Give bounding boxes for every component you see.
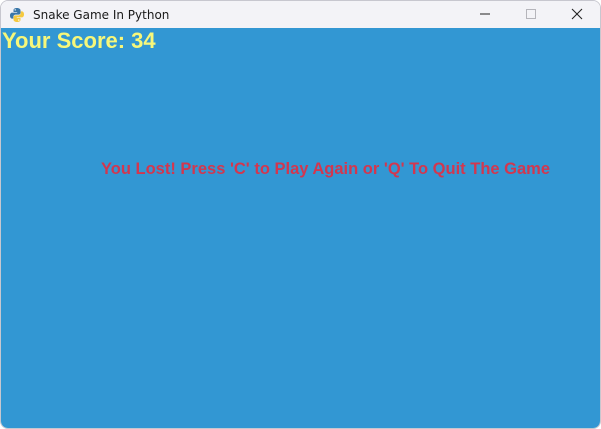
- score-text: Your Score: 34: [2, 28, 156, 53]
- close-icon: [571, 5, 583, 24]
- game-canvas[interactable]: Your Score: 34 You Lost! Press 'C' to Pl…: [1, 28, 600, 428]
- app-window: Snake Game In Python Your Score: 34 You …: [0, 0, 601, 429]
- window-title: Snake Game In Python: [33, 7, 170, 22]
- close-button[interactable]: [554, 1, 600, 28]
- title-bar[interactable]: Snake Game In Python: [1, 1, 600, 28]
- maximize-icon: [525, 5, 537, 24]
- minimize-icon: [479, 5, 491, 24]
- python-icon: [9, 7, 25, 23]
- game-over-message: You Lost! Press 'C' to Play Again or 'Q'…: [101, 160, 551, 178]
- window-controls: [462, 1, 600, 28]
- maximize-button[interactable]: [508, 1, 554, 28]
- minimize-button[interactable]: [462, 1, 508, 28]
